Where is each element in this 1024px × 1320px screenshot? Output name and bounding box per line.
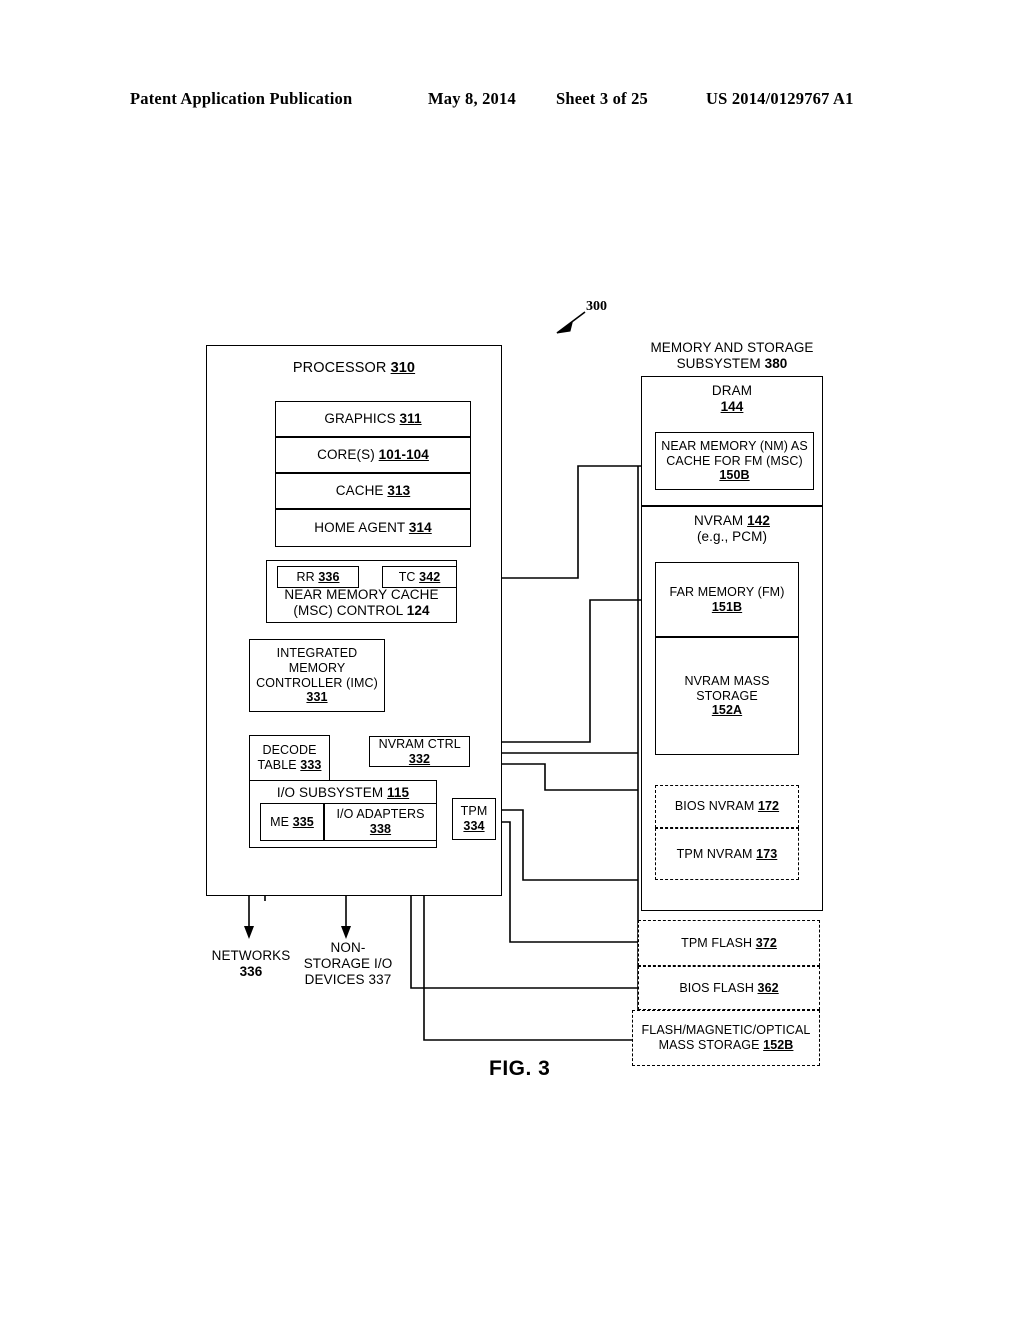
system-reference-300: 300 [586,299,607,314]
imc-line1: INTEGRATED [276,646,358,660]
non-storage-line1: NON- [330,940,366,955]
imc-line3: CONTROLLER (IMC) [256,675,378,690]
bios-flash-label: BIOS FLASH [679,980,754,995]
processor-title: PROCESSOR 310 [207,360,501,377]
decode-table-line1: DECODE [262,743,317,758]
graphics-label: GRAPHICS [324,411,396,427]
non-storage-line2: STORAGE I/O [303,956,393,972]
nvram-subtitle: (e.g., PCM) [696,528,768,544]
decode-table-line2-text: TABLE [257,758,297,772]
dram-title: DRAM [711,383,753,398]
tpm-flash-label: TPM FLASH [681,935,753,950]
memory-subsystem-title-line1: MEMORY AND STORAGE [650,340,814,355]
bios-nvram-block: BIOS NVRAM 172 [655,785,799,828]
flash-mass-storage-line1: FLASH/MAGNETIC/OPTICAL [641,1023,811,1038]
msc-control-line1: NEAR MEMORY CACHE [284,587,439,602]
non-storage-line3: DEVICES 337 [304,972,392,988]
networks-line2: 336 [239,964,263,980]
rr-label: RR [296,569,315,584]
flash-mass-storage-ref: 152B [763,1038,794,1052]
home-agent-ref: 314 [408,520,432,536]
nvram-mass-storage-block: NVRAM MASS STORAGE 152A [655,637,799,755]
home-agent-label: HOME AGENT [314,520,406,536]
io-subsystem-title-ref: 115 [387,785,410,800]
processor-title-ref: 310 [390,360,416,376]
near-memory-line1: NEAR MEMORY (NM) AS [661,438,808,453]
tpm-ref: 334 [463,819,485,833]
memory-subsystem-title-line2-text: SUBSYSTEM [676,356,761,372]
rr-block: RR 336 [277,566,359,588]
non-storage-io-devices-label: NON- STORAGE I/O DEVICES 337 [292,940,404,989]
tpm-flash-block: TPM FLASH 372 [638,920,820,966]
cores-label: CORE(S) [317,447,375,463]
me-ref: 335 [292,814,314,829]
nvram-title-text: NVRAM [694,513,744,528]
io-adapters-ref: 338 [369,822,392,836]
far-memory-ref: 151B [711,599,743,614]
tpm-label: TPM [460,804,488,819]
io-adapters-block: I/O ADAPTERS 338 [324,803,437,841]
cores-block: CORE(S) 101-104 [275,437,471,473]
dram-ref: 144 [720,398,744,414]
far-memory-label: FAR MEMORY (FM) [669,584,785,599]
tpm-nvram-ref: 173 [756,846,778,861]
nvram-mass-storage-line2: STORAGE [696,688,758,703]
bios-nvram-ref: 172 [757,799,780,814]
nvram-mass-storage-ref: 152A [711,703,743,718]
decode-table-ref: 333 [300,758,322,772]
near-memory-cache-block: NEAR MEMORY (NM) AS CACHE FOR FM (MSC) 1… [655,432,814,490]
bios-nvram-label: BIOS NVRAM [674,799,755,814]
nvram-title-ref: 142 [747,513,770,528]
msc-control-ref: 124 [406,602,430,618]
far-memory-block: FAR MEMORY (FM) 151B [655,562,799,637]
tc-block: TC 342 [382,566,457,588]
figure-3-diagram: 300 PROCESSOR 310 GRAPHICS 311 CORE(S) 1… [0,0,1024,1320]
connector-wires [236,311,664,1041]
imc-ref: 331 [306,690,328,705]
memory-subsystem-title: MEMORY AND STORAGE SUBSYSTEM 380 [641,340,823,372]
cores-ref: 101-104 [378,447,429,463]
graphics-block: GRAPHICS 311 [275,401,471,437]
io-subsystem-title-text: I/O SUBSYSTEM [276,785,384,800]
networks-line1: NETWORKS [211,948,291,963]
io-adapters-label: I/O ADAPTERS [336,807,425,822]
tpm-flash-ref: 372 [755,935,777,950]
flash-mass-storage-line2-text: MASS STORAGE [658,1038,760,1052]
near-memory-ref: 150B [719,468,750,483]
networks-label: NETWORKS 336 [196,948,306,980]
rr-ref: 336 [318,569,340,584]
imc-block: INTEGRATED MEMORY CONTROLLER (IMC) 331 [249,639,385,712]
home-agent-block: HOME AGENT 314 [275,509,471,547]
nvram-mass-storage-line1: NVRAM MASS [684,673,770,688]
tpm-block: TPM 334 [452,798,496,840]
me-block: ME 335 [260,803,324,841]
graphics-ref: 311 [399,411,422,427]
imc-line2: MEMORY [288,660,346,675]
cache-block: CACHE 313 [275,473,471,509]
cache-ref: 313 [387,483,411,499]
tc-label: TC [398,569,416,584]
flash-magnetic-optical-mass-storage-block: FLASH/MAGNETIC/OPTICAL MASS STORAGE 152B [632,1010,820,1066]
tpm-nvram-label: TPM NVRAM [676,846,753,861]
tpm-nvram-block: TPM NVRAM 173 [655,828,799,880]
nvram-ctrl-label: NVRAM CTRL [378,736,461,751]
processor-title-text: PROCESSOR [292,360,387,376]
msc-control-line2-text: (MSC) CONTROL [293,602,403,618]
figure-caption: FIG. 3 [489,1057,551,1080]
tc-ref: 342 [419,569,441,584]
me-label: ME [270,814,290,829]
nvram-ctrl-block: NVRAM CTRL 332 [369,736,470,767]
memory-subsystem-title-ref: 380 [764,356,788,372]
nvram-ctrl-ref: 332 [408,751,431,766]
decode-table-block: DECODE TABLE 333 [249,735,330,781]
cache-label: CACHE [335,483,384,499]
bios-flash-block: BIOS FLASH 362 [638,966,820,1010]
bios-flash-ref: 362 [757,980,779,995]
near-memory-line2: CACHE FOR FM (MSC) [666,453,803,468]
